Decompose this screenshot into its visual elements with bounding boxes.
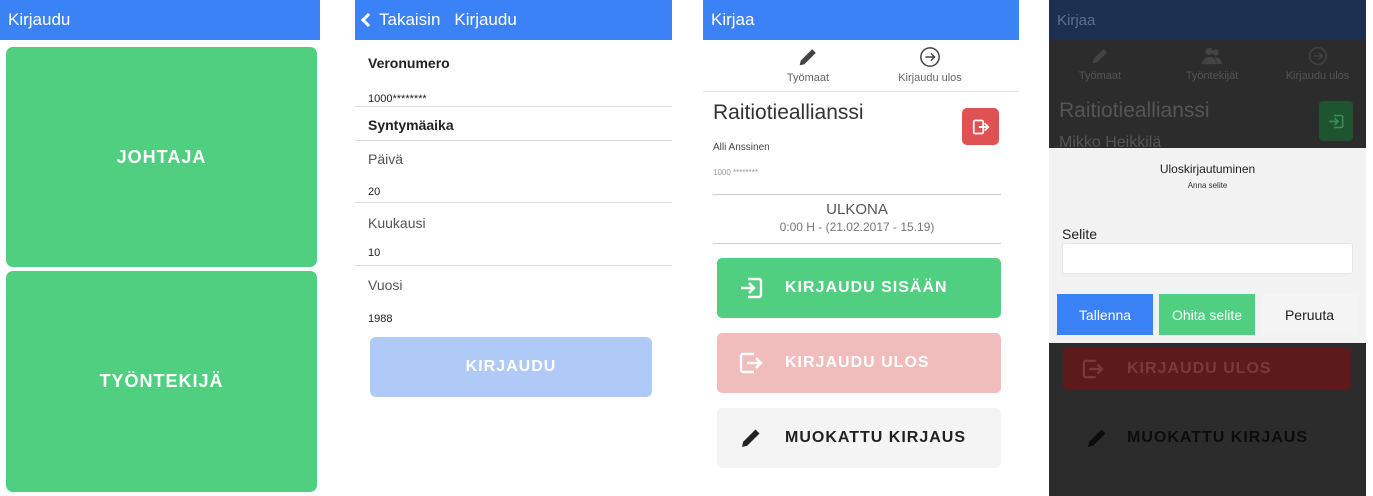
nav-logout[interactable]: Kirjaudu ulos	[875, 40, 985, 84]
checkout-dialog-screen: Kirjaa Työmaat Työntekijät Kirjaudu ulos…	[1049, 0, 1366, 496]
save-label: Tallenna	[1078, 306, 1132, 323]
app-bar: Takaisin Kirjaudu	[355, 0, 672, 40]
manager-role-label: JOHTAJA	[116, 146, 207, 167]
app-bar: Kirjaa	[1049, 0, 1366, 40]
checkin-button[interactable]: KIRJAUDU SISÄÄN	[717, 258, 1001, 318]
custom-entry-button[interactable]: MUOKATTU KIRJAUS	[717, 408, 1001, 468]
app-bar: Kirjaa	[703, 0, 1019, 40]
checkin-screen: Kirjaa Työmaat Kirjaudu ulos Raitiotieal…	[703, 0, 1019, 496]
logout-reason-dialog: Uloskirjautuminen Anna selite Selite Tal…	[1049, 148, 1366, 343]
logout-icon	[737, 352, 765, 374]
nav-workers: Työntekijät	[1157, 38, 1267, 82]
back-button[interactable]: Takaisin	[359, 10, 440, 30]
pencil-icon	[799, 49, 816, 66]
person-name: Alli Anssinen	[713, 142, 770, 153]
dialog-subtitle: Anna selite	[1187, 181, 1228, 190]
custom-entry-label: MUOKATTU KIRJAUS	[1127, 429, 1309, 446]
nav-sites: Työmaat	[1049, 38, 1151, 82]
login-button[interactable]: KIRJAUDU	[370, 337, 652, 397]
pencil-icon	[737, 426, 765, 450]
app-bar: Kirjaudu	[0, 0, 320, 40]
tax-number-field[interactable]: 1000********	[368, 89, 672, 107]
nav-logout-label: Kirjaudu ulos	[1285, 70, 1350, 82]
manager-role-button[interactable]: JOHTAJA	[6, 47, 317, 267]
reason-label: Selite	[1062, 226, 1098, 242]
login-role-screen: Kirjaudu JOHTAJA TYÖNTEKIJÄ	[0, 0, 320, 496]
month-label: Kuukausi	[368, 215, 426, 231]
quick-logout-button[interactable]	[962, 108, 999, 145]
back-label: Takaisin	[379, 10, 441, 29]
quick-checkin-button	[1319, 101, 1353, 141]
employee-role-label: TYÖNTEKIJÄ	[99, 371, 224, 391]
divider	[355, 106, 672, 107]
checkout-label: KIRJAUDU ULOS	[785, 354, 930, 371]
status-text: ULKONA	[826, 201, 888, 218]
divider	[355, 202, 672, 203]
person-id: 1000 ********	[713, 168, 758, 177]
pencil-icon	[1083, 426, 1111, 450]
app-bar-title: Kirjaudu	[454, 10, 517, 29]
app-bar-title: Kirjaa	[1057, 11, 1096, 29]
logout-circle-icon	[920, 47, 940, 67]
tax-number-label: Veronumero	[368, 55, 450, 71]
checkout-label: KIRJAUDU ULOS	[1127, 360, 1272, 377]
nav-sites-label: Työmaat	[1078, 70, 1122, 82]
app-bar-title: Kirjaudu	[8, 10, 71, 29]
month-field[interactable]: 10	[368, 243, 672, 261]
nav-logout-label: Kirjaudu ulos	[898, 72, 962, 84]
reason-input[interactable]	[1062, 243, 1353, 274]
divider	[355, 140, 672, 141]
cancel-button[interactable]: Peruuta	[1261, 294, 1358, 335]
status-detail: 0:00 H - (21.02.2017 - 15.19)	[779, 220, 935, 234]
logout-icon	[972, 119, 990, 134]
custom-entry-button: MUOKATTU KIRJAUS	[1063, 410, 1351, 466]
save-button[interactable]: Tallenna	[1057, 294, 1153, 335]
nav-sites[interactable]: Työmaat	[753, 40, 863, 84]
dialog-title: Uloskirjautuminen	[1159, 162, 1256, 176]
checkin-label: KIRJAUDU SISÄÄN	[785, 279, 948, 296]
company-name: Raitiotieallianssi	[1059, 99, 1210, 122]
login-button-label: KIRJAUDU	[465, 358, 557, 375]
login-icon	[1329, 114, 1344, 128]
day-label: Päivä	[368, 151, 404, 167]
year-field[interactable]: 1988	[368, 309, 672, 327]
nav-sites-label: Työmaat	[786, 72, 830, 84]
company-name: Raitiotieallianssi	[713, 101, 864, 124]
nav-workers-label: Työntekijät	[1185, 70, 1239, 82]
users-icon	[1202, 47, 1222, 65]
app-bar-title: Kirjaa	[711, 10, 755, 29]
logout-icon	[1079, 359, 1107, 379]
skip-reason-label: Ohita selite	[1171, 306, 1243, 323]
cancel-label: Peruuta	[1284, 306, 1335, 323]
day-field[interactable]: 20	[368, 182, 672, 200]
custom-entry-label: MUOKATTU KIRJAUS	[785, 429, 967, 446]
login-form-screen: Takaisin Kirjaudu Veronumero 1000*******…	[355, 0, 672, 496]
login-icon	[737, 277, 765, 299]
chevron-left-icon	[360, 12, 376, 28]
skip-reason-button[interactable]: Ohita selite	[1159, 294, 1255, 335]
divider	[355, 265, 672, 266]
top-nav: Työmaat Työntekijät Kirjaudu ulos	[1049, 38, 1366, 88]
employee-role-button[interactable]: TYÖNTEKIJÄ	[6, 271, 317, 492]
checkout-button: KIRJAUDU ULOS	[1063, 348, 1351, 390]
birthdate-label: Syntymäaika	[368, 117, 454, 133]
pencil-icon	[1092, 48, 1108, 64]
top-nav: Työmaat Kirjaudu ulos	[703, 40, 1019, 92]
logout-circle-icon	[1308, 47, 1327, 65]
checkout-button[interactable]: KIRJAUDU ULOS	[717, 333, 1001, 393]
year-label: Vuosi	[368, 277, 403, 293]
status-box: ULKONA 0:00 H - (21.02.2017 - 15.19)	[713, 194, 1001, 244]
nav-logout: Kirjaudu ulos	[1269, 38, 1366, 82]
